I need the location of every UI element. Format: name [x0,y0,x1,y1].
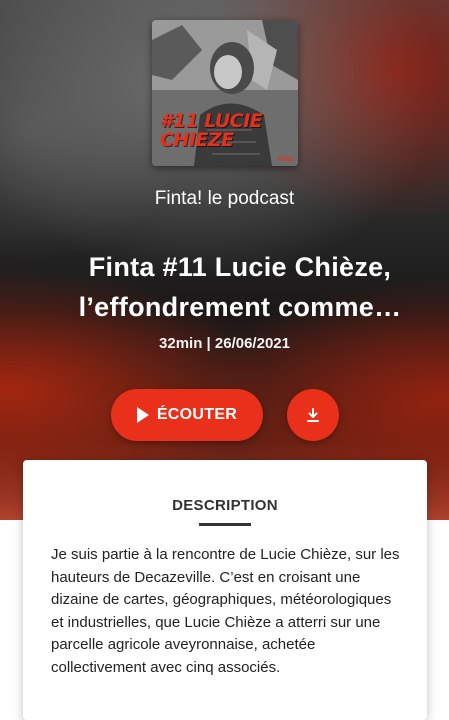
podcast-cover-image: #11 LUCIE CHIEZE Finta! [152,20,298,166]
episode-title-line-1: Finta #11 Lucie Chièze, [88,252,392,282]
download-button[interactable] [287,389,339,441]
listen-button-label: ÉCOUTER [156,406,238,423]
episode-meta: 32min | 26/06/2021 [159,335,290,352]
tab-active-indicator [199,523,251,526]
episode-title-line-2: l’effondrement comme… [78,292,402,322]
cover-brand-logo: Finta! [277,157,294,163]
play-icon [136,407,149,423]
tab-description[interactable]: DESCRIPTION [23,497,427,514]
show-name-link[interactable]: Finta! le podcast [0,188,449,210]
description-text: Je suis partie à la rencontre de Lucie C… [51,546,400,676]
episode-title: Finta #11 Lucie Chièze, l’effondrement c… [50,247,430,327]
listen-button[interactable]: ÉCOUTER [111,389,263,441]
cover-episode-text: #11 LUCIE CHIEZE [160,110,263,151]
download-icon [307,408,319,422]
description-card: DESCRIPTION Je suis partie à la rencontr… [23,460,427,720]
